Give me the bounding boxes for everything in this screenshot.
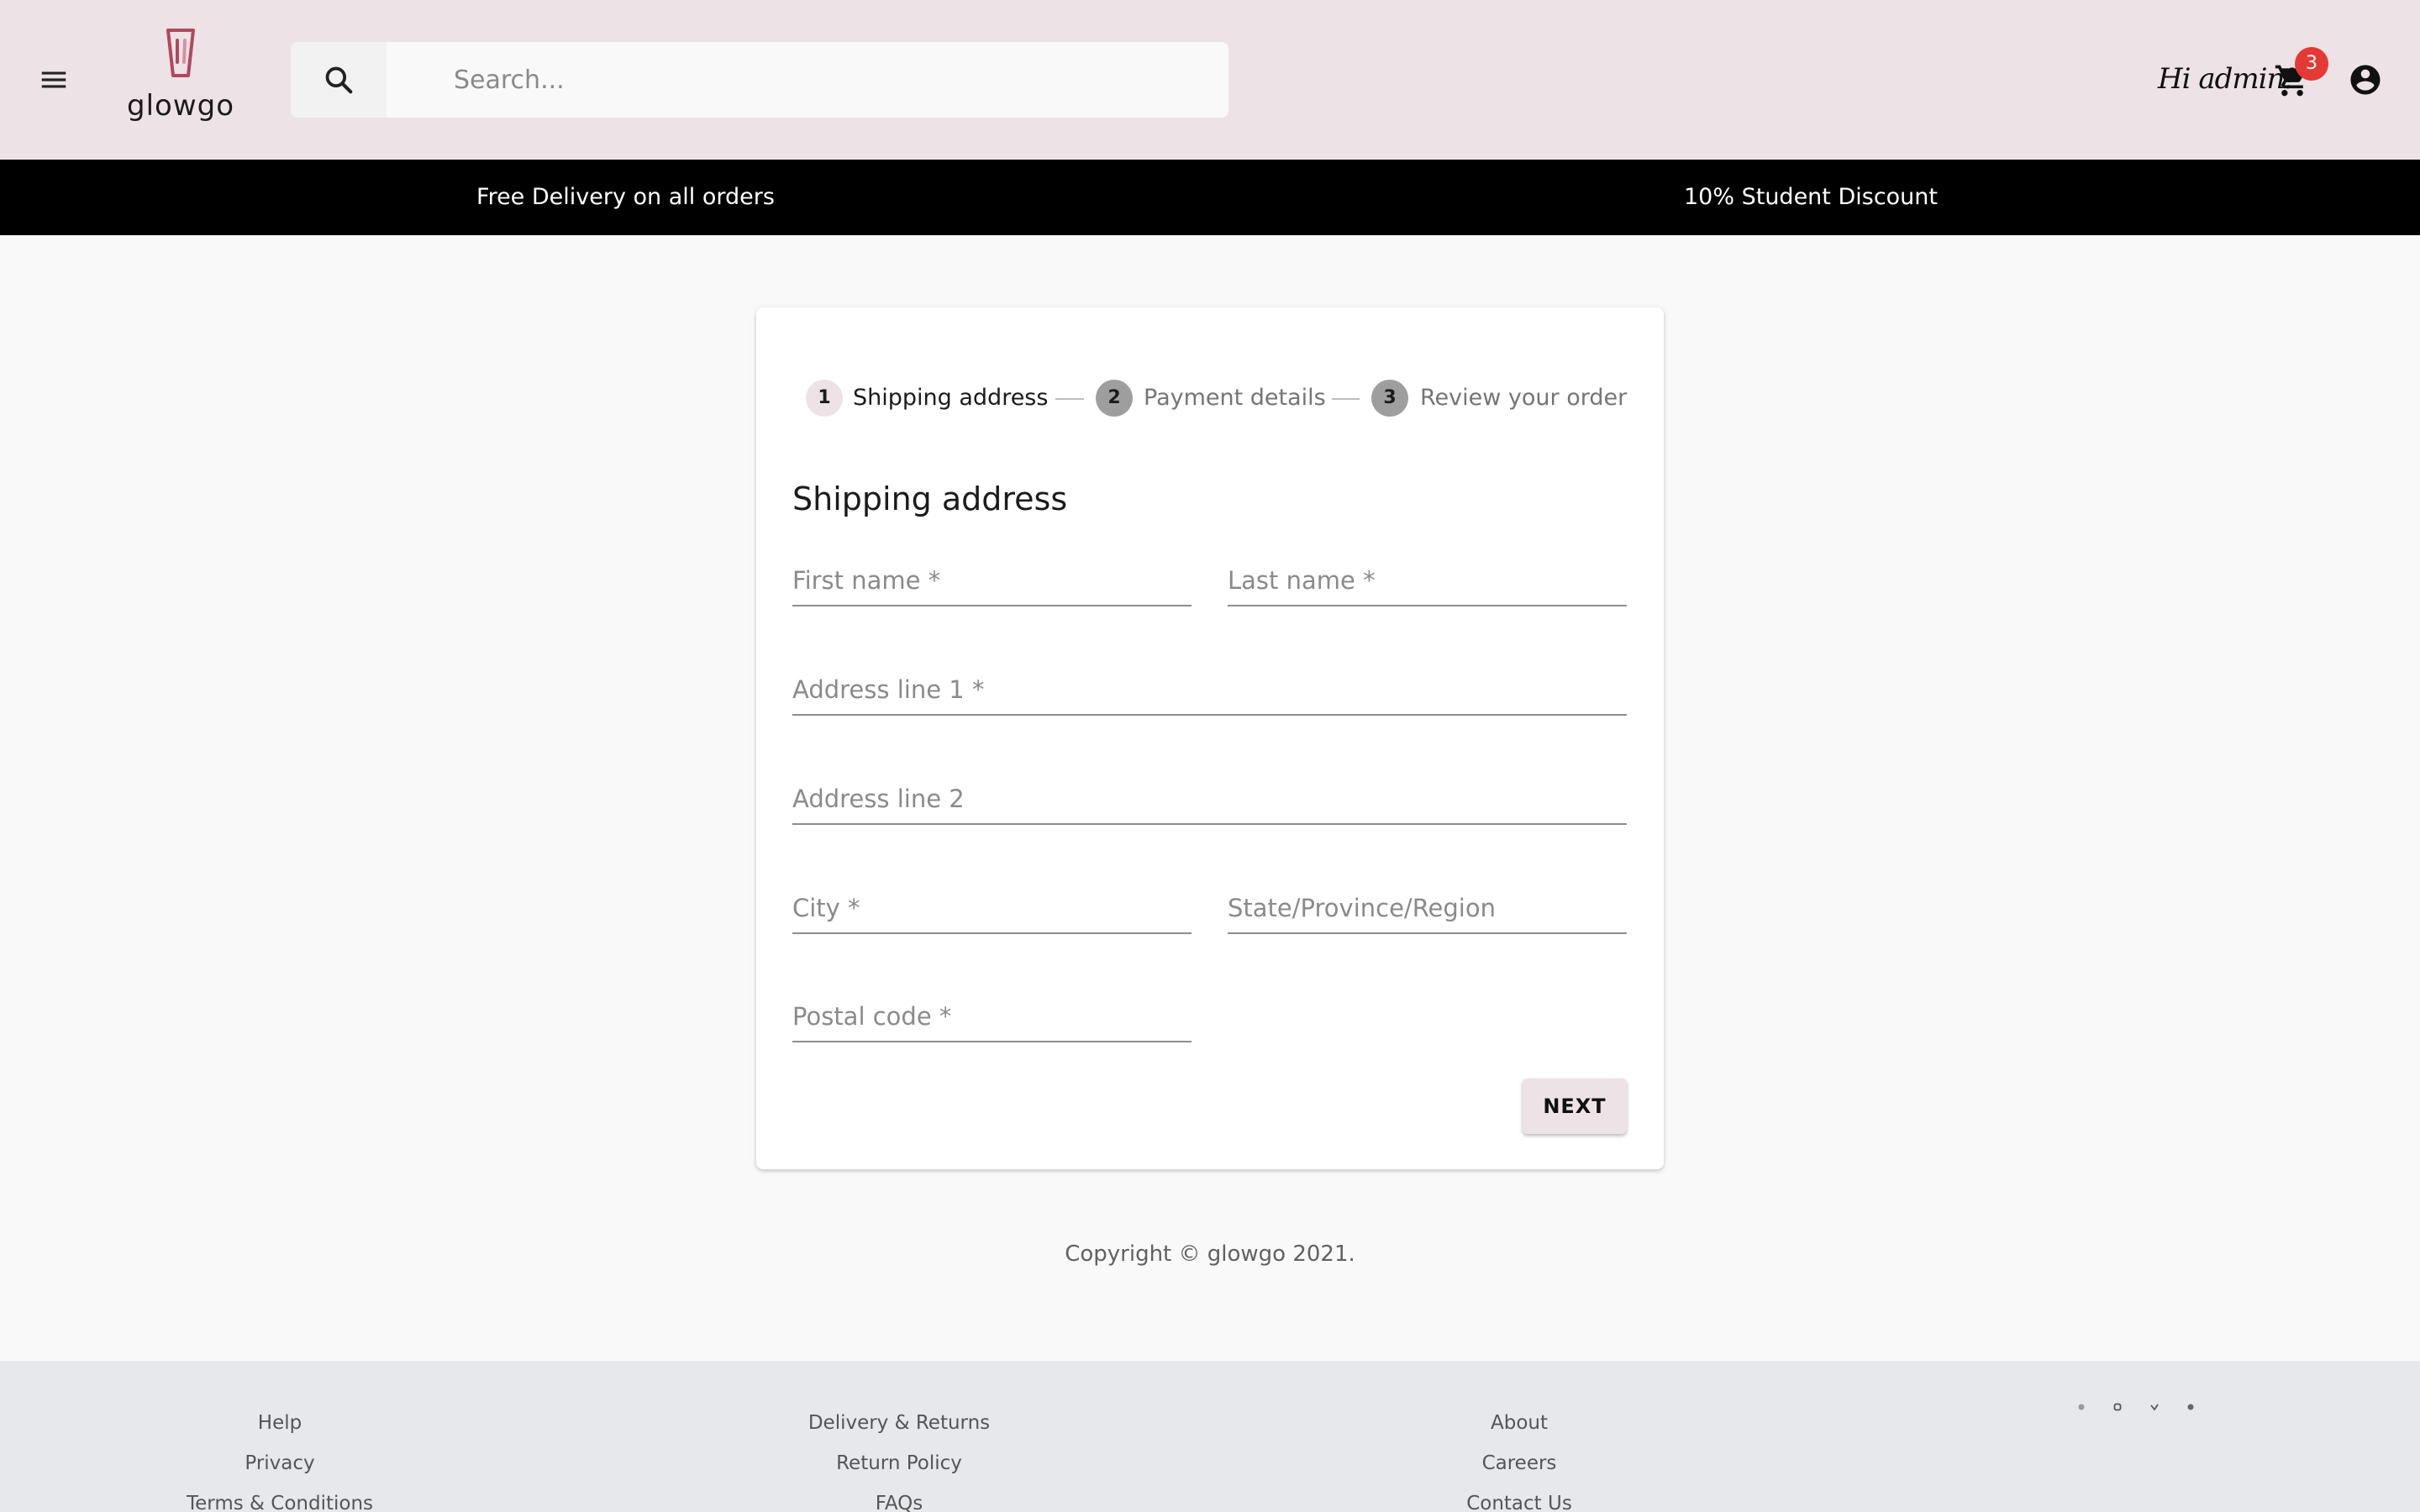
- state-input[interactable]: [1228, 884, 1627, 932]
- copyright-text: Copyright © glowgo 2021.: [1065, 1242, 1355, 1267]
- postal-code-field: [792, 992, 1192, 1042]
- step-3-label: Review your order: [1420, 385, 1628, 411]
- social-links: [2077, 1403, 2203, 1413]
- last-name-field: [1228, 556, 1627, 606]
- postal-code-input[interactable]: [792, 992, 1192, 1041]
- step-2-indicator: 2: [1096, 380, 1133, 417]
- promo-free-delivery: Free Delivery on all orders: [476, 184, 775, 210]
- footer-link-careers[interactable]: Careers: [1351, 1443, 1687, 1483]
- footer-column-about: About Careers Contact Us: [1351, 1403, 1687, 1512]
- address-line-2-field: [792, 774, 1627, 825]
- footer-link-about[interactable]: About: [1351, 1403, 1687, 1443]
- menu-icon[interactable]: [35, 64, 72, 96]
- first-name-field: [792, 556, 1192, 606]
- account-icon[interactable]: [2348, 62, 2383, 97]
- step-1-indicator: 1: [806, 380, 843, 417]
- pinterest-icon[interactable]: [2186, 1403, 2195, 1411]
- top-header: glowgo Hi admin! 3: [0, 0, 2420, 160]
- footer-link-delivery-returns[interactable]: Delivery & Returns: [731, 1403, 1067, 1443]
- instagram-icon[interactable]: [2113, 1403, 2122, 1411]
- address-line-2-input[interactable]: [792, 774, 1627, 823]
- footer-link-return-policy[interactable]: Return Policy: [731, 1443, 1067, 1483]
- city-field: [792, 884, 1192, 934]
- step-1-label: Shipping address: [853, 385, 1049, 411]
- first-name-input[interactable]: [792, 556, 1192, 605]
- step-connector: [1055, 398, 1084, 400]
- step-2-label: Payment details: [1144, 385, 1326, 411]
- step-connector: [1332, 398, 1360, 400]
- brand-name: glowgo: [126, 89, 235, 123]
- address-line-1-input[interactable]: [792, 665, 1627, 714]
- last-name-input[interactable]: [1228, 556, 1627, 605]
- next-button[interactable]: NEXT: [1523, 1079, 1627, 1134]
- cart-count-badge: 3: [2295, 47, 2328, 81]
- site-footer: Help Privacy Terms & Conditions Delivery…: [0, 1361, 2420, 1512]
- facebook-icon[interactable]: [2077, 1403, 2086, 1411]
- state-field: [1228, 884, 1627, 934]
- checkout-stepper: 1 Shipping address 2 Payment details 3 R…: [756, 378, 1664, 418]
- footer-link-terms[interactable]: Terms & Conditions: [112, 1483, 448, 1512]
- promo-student-discount: 10% Student Discount: [1684, 184, 1938, 210]
- footer-link-faqs[interactable]: FAQs: [731, 1483, 1067, 1512]
- footer-link-contact[interactable]: Contact Us: [1351, 1483, 1687, 1512]
- form-title: Shipping address: [792, 480, 1068, 517]
- city-input[interactable]: [792, 884, 1192, 932]
- twitter-icon[interactable]: [2150, 1403, 2159, 1411]
- promo-bar: Free Delivery on all orders 10% Student …: [0, 160, 2420, 235]
- logo-mark-icon: [166, 29, 195, 77]
- address-line-1-field: [792, 665, 1627, 716]
- checkout-card: 1 Shipping address 2 Payment details 3 R…: [756, 307, 1664, 1169]
- search-bar: [291, 42, 1228, 118]
- footer-link-help[interactable]: Help: [112, 1403, 448, 1443]
- footer-link-privacy[interactable]: Privacy: [112, 1443, 448, 1483]
- brand-logo[interactable]: glowgo: [126, 29, 235, 129]
- footer-column-delivery: Delivery & Returns Return Policy FAQs: [731, 1403, 1067, 1512]
- footer-column-help: Help Privacy Terms & Conditions: [112, 1403, 448, 1512]
- step-3-indicator: 3: [1371, 380, 1408, 417]
- search-icon[interactable]: [291, 42, 387, 118]
- search-input[interactable]: [387, 42, 1228, 118]
